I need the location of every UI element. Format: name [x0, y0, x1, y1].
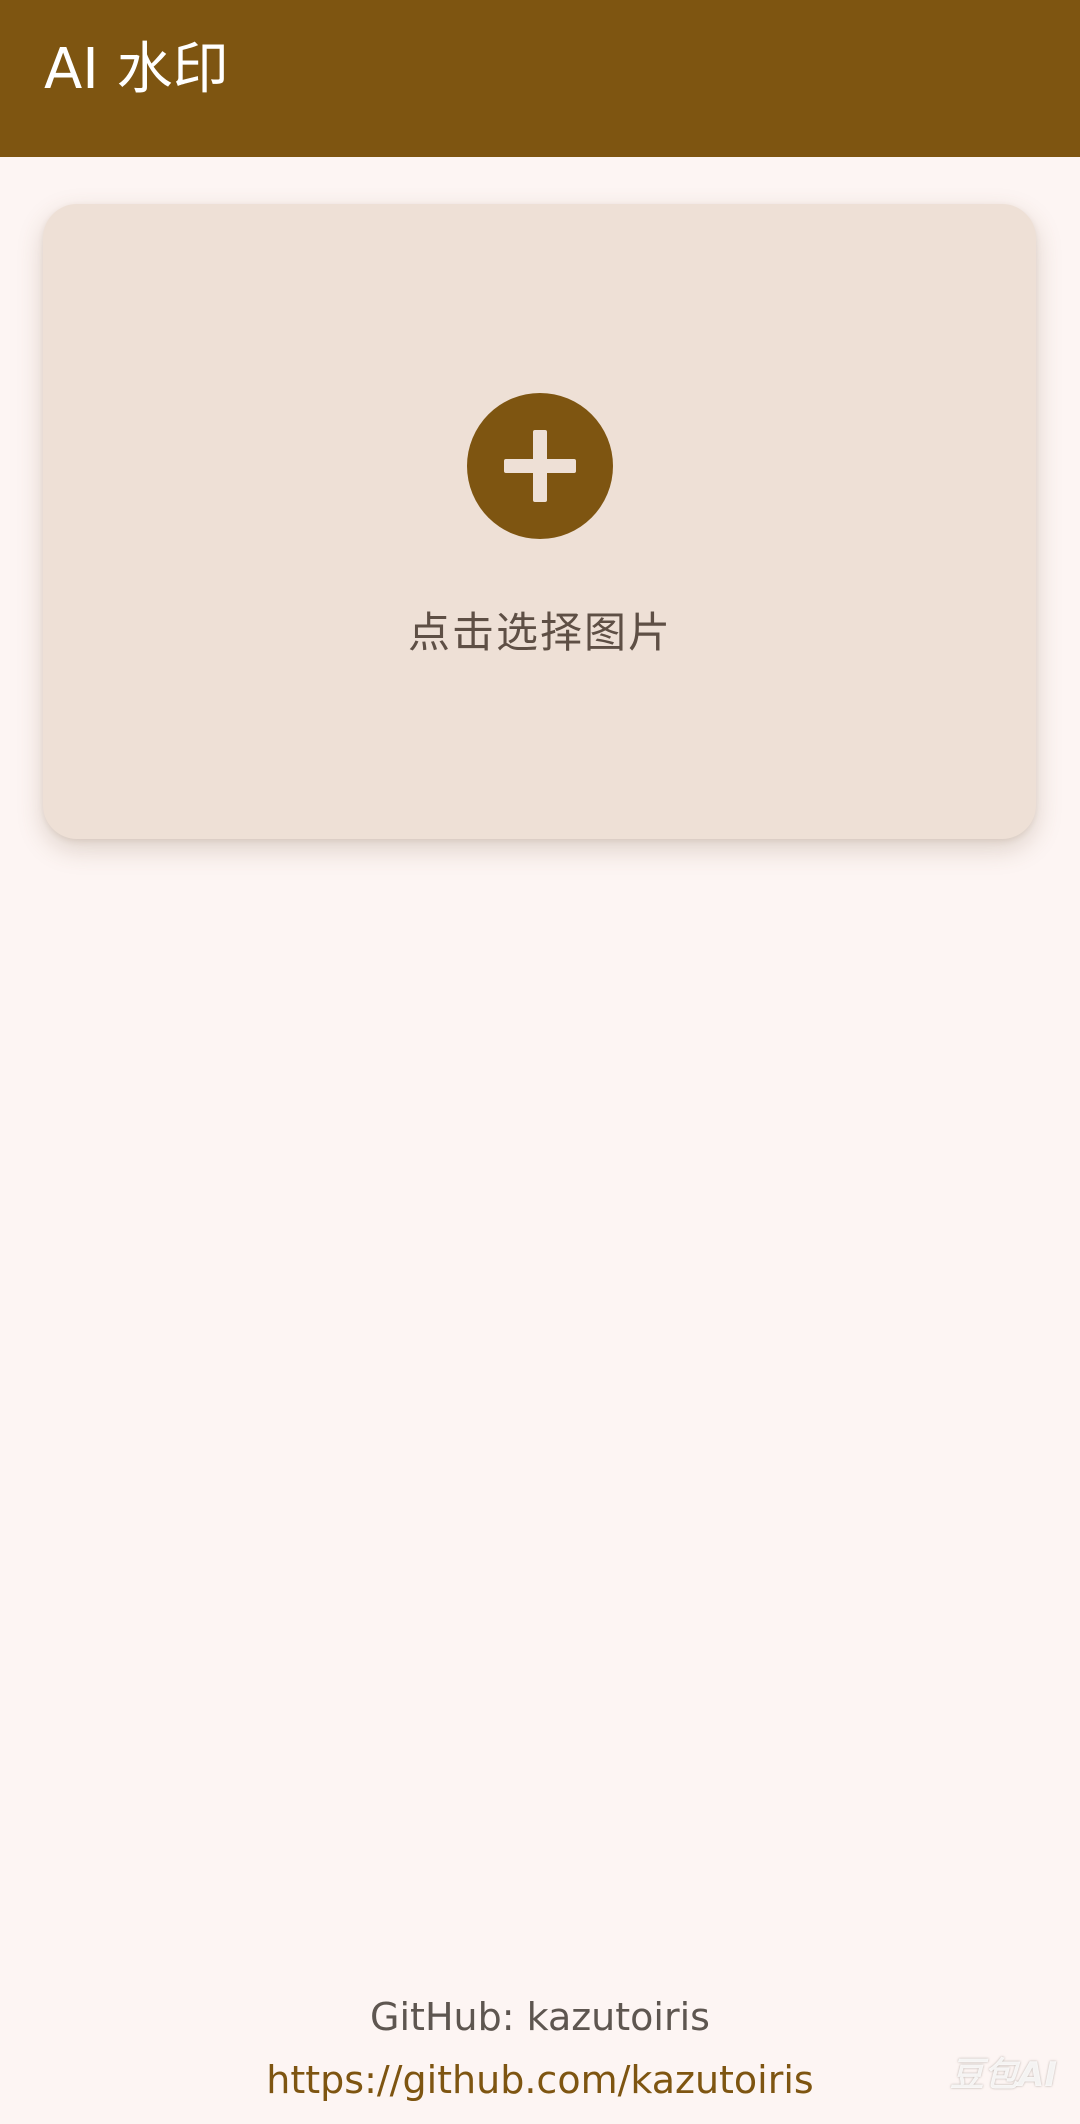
- app-title: AI 水印: [44, 37, 229, 102]
- picker-label: 点击选择图片: [407, 608, 672, 657]
- github-link[interactable]: https://github.com/kazutoiris: [0, 2056, 1080, 2104]
- app-bar: AI 水印: [0, 0, 1080, 157]
- github-username-text: GitHub: kazutoiris: [370, 1995, 710, 2039]
- watermark: 豆包AI: [950, 2055, 1057, 2095]
- add-circle-icon[interactable]: [467, 393, 613, 539]
